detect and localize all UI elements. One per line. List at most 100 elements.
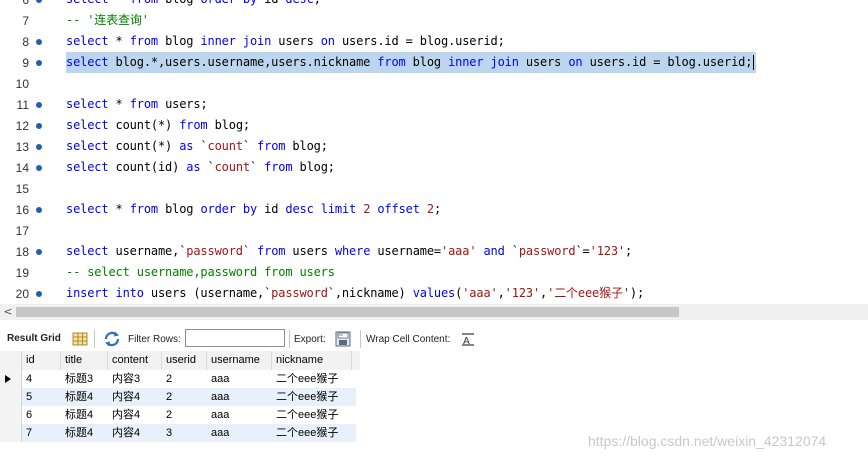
row-indicator[interactable] — [0, 424, 22, 442]
editor-line[interactable]: 6 select * from blog order by id desc; — [0, 0, 868, 10]
code-text: select count(*) as `count` from blog; — [66, 136, 330, 157]
editor-line[interactable]: 9 select blog.*,users.username,users.nick… — [0, 52, 868, 73]
editor-line[interactable]: 8 select * from blog inner join users on … — [0, 31, 868, 52]
editor-line[interactable]: 17 — [0, 220, 868, 241]
table-row[interactable]: 5 标题4 内容4 2 aaa 二个eee猴子 — [0, 388, 360, 406]
column-header-title[interactable]: title — [61, 351, 108, 370]
column-header-userid[interactable]: userid — [162, 351, 207, 370]
statement-marker-icon — [36, 102, 42, 108]
editor-line[interactable]: 18 select username,`password` from users … — [0, 241, 868, 262]
sql-text: * — [108, 0, 129, 6]
editor-horizontal-scrollbar[interactable]: < — [0, 304, 868, 320]
sql-string: count — [207, 139, 244, 153]
grid-cell-title[interactable]: 标题4 — [61, 424, 108, 442]
grid-cell-title[interactable]: 标题4 — [61, 406, 108, 424]
grid-cell-userid[interactable]: 2 — [162, 388, 207, 406]
wrap-cell-text: Wrap Cell Content: — [366, 333, 451, 345]
sql-text: blog; — [285, 139, 328, 153]
editor-line[interactable]: 7 -- '连表查询' — [0, 10, 868, 31]
grid-cell-username[interactable]: aaa — [207, 388, 272, 406]
sql-text: * — [108, 34, 130, 48]
sql-text: count(*) — [108, 139, 180, 153]
line-number: 20 — [15, 287, 29, 301]
line-number: 11 — [16, 98, 29, 112]
statement-marker-icon — [36, 291, 42, 297]
table-row[interactable]: 4 标题3 内容3 2 aaa 二个eee猴子 — [0, 370, 360, 388]
grid-cell-username[interactable]: aaa — [207, 424, 272, 442]
refresh-button[interactable] — [103, 326, 121, 352]
grid-cell-userid[interactable]: 2 — [162, 370, 207, 388]
filter-rows-text: Filter Rows: — [128, 333, 181, 345]
editor-line[interactable]: 20 insert into users (username,`password`… — [0, 283, 868, 304]
editor-line[interactable]: 19 -- select username,password from users — [0, 262, 868, 283]
editor-line[interactable]: 13 select count(*) as `count` from blog; — [0, 136, 868, 157]
grid-cell-id[interactable]: 7 — [22, 424, 61, 442]
table-row[interactable]: 6 标题4 内容4 2 aaa 二个eee猴子 — [0, 406, 360, 424]
grid-cell-content[interactable]: 内容3 — [108, 370, 162, 388]
editor-line[interactable]: 11 select * from users; — [0, 94, 868, 115]
grid-cell-nickname[interactable]: 二个eee猴子 — [272, 424, 352, 442]
grid-cell-content[interactable]: 内容4 — [108, 424, 162, 442]
sql-text: users; — [158, 97, 208, 111]
sql-keyword: order by — [200, 202, 258, 216]
editor-line[interactable]: 14 select count(id) as `count` from blog; — [0, 157, 868, 178]
export-button[interactable] — [335, 326, 353, 352]
sql-keyword: insert into — [66, 286, 144, 300]
sql-text: `= — [575, 244, 590, 258]
column-header-id[interactable]: id — [22, 351, 61, 370]
wrap-cell-label: Wrap Cell Content: — [366, 326, 450, 352]
grid-cell-username[interactable]: aaa — [207, 370, 272, 388]
grid-view-button[interactable] — [72, 326, 88, 352]
statement-marker-icon — [36, 0, 42, 3]
grid-cell-content[interactable]: 内容4 — [108, 388, 162, 406]
grid-cell-nickname[interactable]: 二个eee猴子 — [272, 370, 352, 388]
column-header-nickname[interactable]: nickname — [272, 351, 352, 370]
grid-cell-userid[interactable]: 3 — [162, 424, 207, 442]
sql-string: password — [271, 286, 328, 300]
sql-keyword: order by — [200, 0, 257, 6]
grid-cell-content[interactable]: 内容4 — [108, 406, 162, 424]
sql-text: id — [257, 0, 285, 6]
line-number: 8 — [22, 35, 29, 49]
table-row[interactable]: 7 标题4 内容4 3 aaa 二个eee猴子 — [0, 424, 360, 442]
filter-rows-input[interactable] — [185, 329, 285, 347]
editor-line[interactable]: 12 select count(*) from blog; — [0, 115, 868, 136]
sql-text: ; — [433, 202, 442, 216]
grid-cell-username[interactable]: aaa — [207, 406, 272, 424]
sql-text: users.id = blog.userid; — [582, 55, 753, 69]
sql-text: users — [271, 34, 321, 48]
result-grid-tab[interactable]: Result Grid — [0, 326, 68, 352]
sql-keyword: select — [66, 34, 109, 48]
grid-cell-nickname[interactable]: 二个eee猴子 — [272, 406, 352, 424]
sql-text: ` — [200, 160, 215, 174]
scroll-left-arrow-icon[interactable]: < — [2, 305, 14, 319]
result-grid[interactable]: id title content userid username nickname 4 标题3… — [0, 351, 360, 442]
grid-cell-id[interactable]: 5 — [22, 388, 61, 406]
sql-keyword: on — [320, 34, 335, 48]
row-indicator[interactable] — [0, 388, 22, 406]
scrollbar-thumb[interactable] — [16, 307, 679, 317]
sql-text: ` — [504, 244, 519, 258]
sql-keyword: from — [264, 160, 293, 174]
statement-marker-icon — [36, 207, 42, 213]
grid-cell-id[interactable]: 6 — [22, 406, 61, 424]
sql-text: blog; — [207, 118, 251, 132]
sql-keyword: where — [334, 244, 371, 258]
sql-editor[interactable]: 6 select * from blog order by id desc; 7 --… — [0, 0, 868, 304]
grid-cell-nickname[interactable]: 二个eee猴子 — [272, 388, 352, 406]
sql-keyword: as — [186, 160, 201, 174]
result-toolbar: Result Grid Filter Rows: Export: Wrap Ce… — [0, 326, 868, 352]
editor-line[interactable]: 10 — [0, 73, 868, 94]
editor-line[interactable]: 15 — [0, 178, 868, 199]
editor-line[interactable]: 16 select * from blog order by id desc li… — [0, 199, 868, 220]
grid-cell-title[interactable]: 标题4 — [61, 388, 108, 406]
row-indicator[interactable] — [0, 406, 22, 424]
sql-keyword: select — [66, 244, 109, 258]
grid-cell-title[interactable]: 标题3 — [61, 370, 108, 388]
column-header-content[interactable]: content — [108, 351, 162, 370]
column-header-username[interactable]: username — [207, 351, 272, 370]
grid-cell-id[interactable]: 4 — [22, 370, 61, 388]
wrap-cell-toggle[interactable]: A — [461, 326, 475, 352]
grid-cell-userid[interactable]: 2 — [162, 406, 207, 424]
row-indicator[interactable] — [0, 370, 22, 388]
